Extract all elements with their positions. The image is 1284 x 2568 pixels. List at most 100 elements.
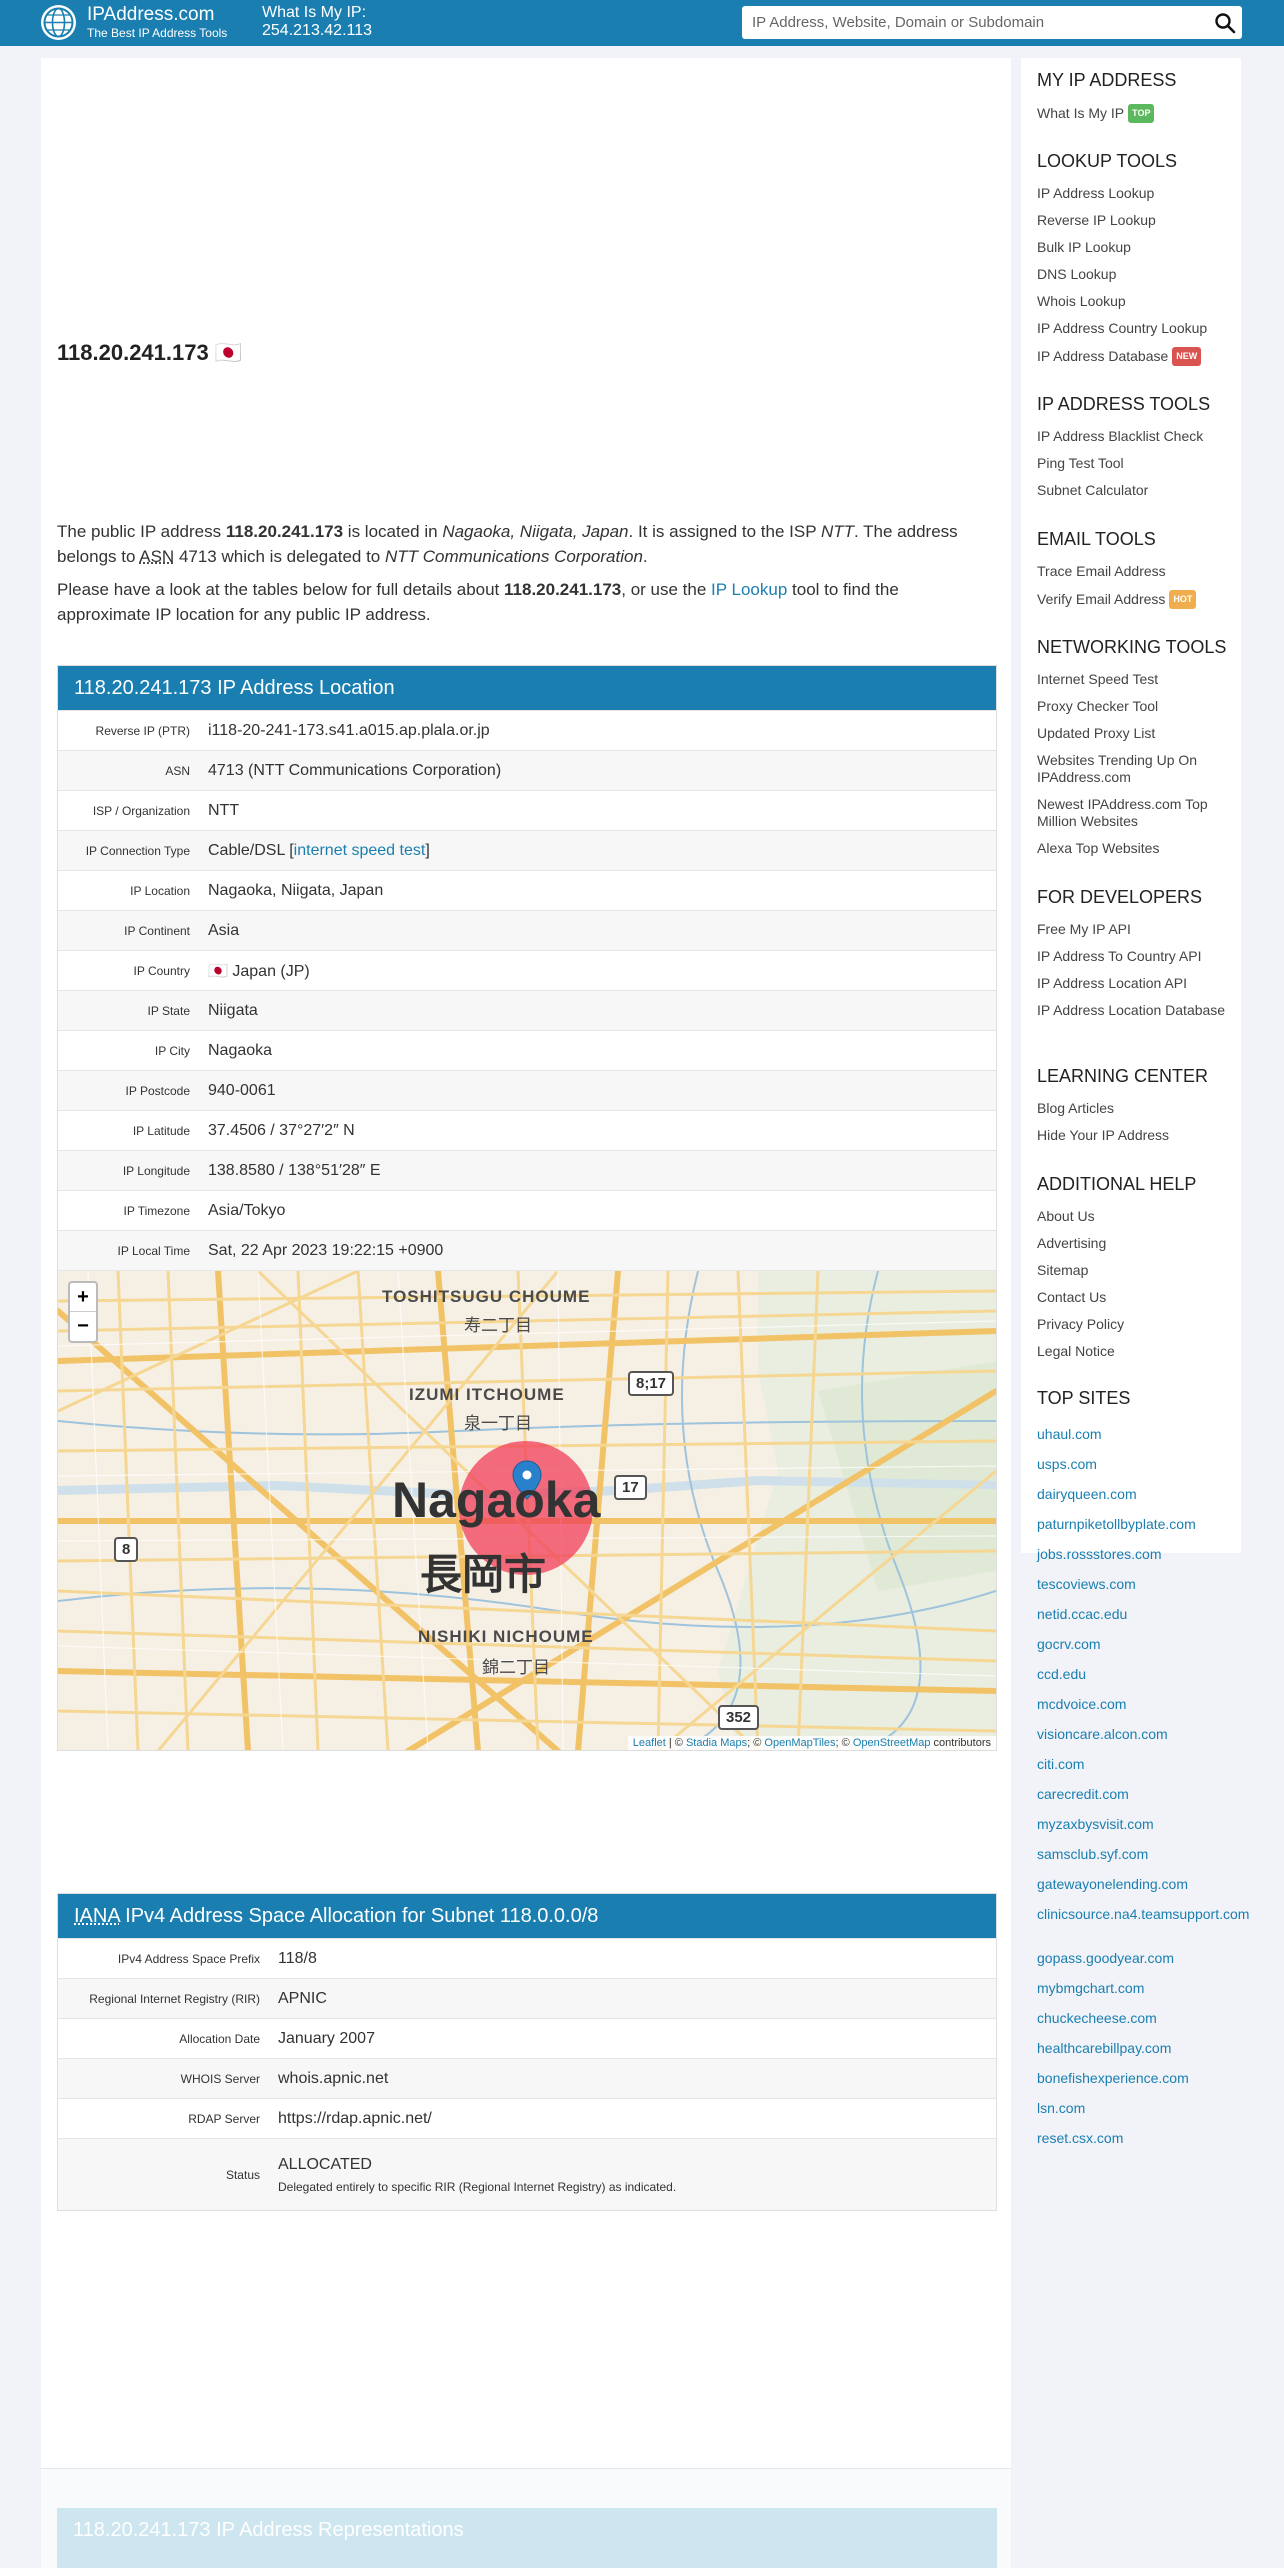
sidebar-item-link[interactable]: Verify Email Address HOT [1037,590,1237,609]
sidebar-item-link[interactable]: Internet Speed Test [1037,671,1237,688]
location-row: ISP / Organization NTT [58,790,996,830]
sidebar-item-link[interactable]: Legal Notice [1037,1343,1237,1360]
iana-row-label: IPv4 Address Space Prefix [117,1951,260,1966]
sidebar-item-label: Hide Your IP Address [1037,1127,1170,1143]
top-site-link[interactable]: samsclub.syf.com [1037,1846,1237,1863]
zoom-out-button[interactable]: − [70,1312,96,1341]
iana-title-text: IPv4 Address Space Allocation for Subnet… [119,1905,599,1927]
sidebar-item-link[interactable]: DNS Lookup [1037,266,1237,283]
sidebar-item-link[interactable]: Websites Trending Up On IPAddress.com [1037,752,1237,786]
sidebar-item-link[interactable]: Bulk IP Lookup [1037,239,1237,256]
sidebar-item-link[interactable]: Newest IPAddress.com Top Million Website… [1037,796,1237,830]
top-site-link[interactable]: gocrv.com [1037,1636,1237,1653]
intro-text: is located in [343,522,443,541]
top-site-link[interactable]: clinicsource.na4.teamsupport.com [1037,1906,1249,1923]
location-row-label: IP Continent [124,923,190,938]
map-label-izumi: IZUMI ITCHOUME [409,1385,565,1404]
top-site-link[interactable]: lsn.com [1037,2100,1237,2117]
sidebar-item-link[interactable]: What Is My IP TOP [1037,104,1237,123]
top-site-link[interactable]: netid.ccac.edu [1037,1606,1237,1623]
sidebar-item-link[interactable]: Free My IP API [1037,921,1237,938]
top-site-link[interactable]: mybmgchart.com [1037,1980,1237,1997]
sidebar-item-label: Updated Proxy List [1037,725,1156,741]
location-map[interactable]: TOSHITSUGU CHOUME 寿二丁目 IZUMI ITCHOUME 泉一… [58,1270,996,1750]
openmaptiles-link[interactable]: OpenMapTiles [764,1737,835,1749]
sidebar-item-link[interactable]: IP Address Lookup [1037,185,1237,202]
top-site-link[interactable]: tescoviews.com [1037,1576,1237,1593]
sidebar-item-link[interactable]: Ping Test Tool [1037,455,1237,472]
sidebar-item-link[interactable]: Hide Your IP Address [1037,1127,1237,1144]
ip-lookup-link[interactable]: IP Lookup [711,580,787,599]
sidebar-item-link[interactable]: IP Address Location API [1037,975,1237,992]
sidebar-item-link[interactable]: Trace Email Address [1037,563,1237,580]
top-site-link[interactable]: gopass.goodyear.com [1037,1950,1237,1967]
sidebar-item-link[interactable]: Contact Us [1037,1289,1237,1306]
top-site-link[interactable]: mcdvoice.com [1037,1696,1237,1713]
sidebar-item-link[interactable]: Proxy Checker Tool [1037,698,1237,715]
sidebar-item-link[interactable]: Sitemap [1037,1262,1237,1279]
top-site-link[interactable]: myzaxbysvisit.com [1037,1816,1237,1833]
location-row: IP Postcode 940-0061 [58,1070,996,1110]
intro-paragraph-lookup: Please have a look at the tables below f… [57,577,997,627]
sidebar-item-link[interactable]: IP Address To Country API [1037,948,1237,965]
stadia-maps-link[interactable]: Stadia Maps [686,1737,747,1749]
top-site-link[interactable]: healthcarebillpay.com [1037,2040,1237,2057]
search-icon[interactable] [1214,12,1236,34]
iana-row-value: January 2007 [278,2029,375,2047]
reverse-ip-link[interactable]: i118-20-241-173.s41.a015.ap.plala.or.jp [208,722,490,740]
location-row-value: NTT [208,802,239,820]
sidebar-item-link[interactable]: Alexa Top Websites [1037,840,1237,857]
road-shield-8-17: 8;17 [628,1371,675,1396]
top-site-link[interactable]: carecredit.com [1037,1786,1237,1803]
top-site-link[interactable]: ccd.edu [1037,1666,1237,1683]
my-ip-label-link[interactable]: What Is My IP: [262,4,366,22]
location-row-value-text: Asia [208,921,240,939]
sidebar-item-link[interactable]: IP Address Database NEW [1037,347,1237,366]
top-site-link[interactable]: dairyqueen.com [1037,1486,1237,1503]
location-row-value-text: Nagaoka, Niigata, Japan [208,881,384,899]
site-tagline: The Best IP Address Tools [87,26,228,40]
sidebar-item-label: Ping Test Tool [1037,455,1124,471]
top-site-link[interactable]: bonefishexperience.com [1037,2070,1237,2087]
openstreetmap-link[interactable]: OpenStreetMap [853,1737,931,1749]
sidebar-item-link[interactable]: Updated Proxy List [1037,725,1237,742]
iana-status-note: Delegated entirely to specific RIR (Regi… [278,2179,677,2194]
sidebar-item-link[interactable]: Subnet Calculator [1037,482,1237,499]
sidebar-item-link[interactable]: Blog Articles [1037,1100,1237,1117]
location-row-value: Cable/DSL [internet speed test] [208,841,430,859]
top-site-link[interactable]: paturnpiketollbyplate.com [1037,1516,1237,1533]
top-site-link[interactable]: usps.com [1037,1456,1237,1473]
sidebar-section-title: NETWORKING TOOLS [1037,637,1227,657]
sidebar-item-link[interactable]: Privacy Policy [1037,1316,1237,1333]
sidebar-item-link[interactable]: IP Address Location Database [1037,1002,1237,1019]
top-site-link[interactable]: gatewayonelending.com [1037,1876,1237,1893]
sidebar-item-link[interactable]: IP Address Blacklist Check [1037,428,1237,445]
main-content: 118.20.241.173 🇯🇵 The public IP address … [41,58,1011,2568]
location-row-value: Nagaoka [208,1042,272,1060]
leaflet-link[interactable]: Leaflet [633,1737,666,1749]
sidebar-item-link[interactable]: Advertising [1037,1235,1237,1252]
sidebar-item-label: Trace Email Address [1037,563,1166,579]
sidebar-item-link[interactable]: IP Address Country Lookup [1037,320,1237,337]
map-label-toshitsugu-jp: 寿二丁目 [464,1316,532,1335]
zoom-in-button[interactable]: + [70,1283,96,1312]
top-site-link[interactable]: citi.com [1037,1756,1237,1773]
top-site-link[interactable]: reset.csx.com [1037,2130,1237,2147]
location-row-label: Reverse IP (PTR) [95,723,190,738]
search-input[interactable] [742,6,1202,39]
sidebar-item-link[interactable]: About Us [1037,1208,1237,1225]
location-row-label: IP Latitude [132,1123,190,1138]
sidebar-item-link[interactable]: Reverse IP Lookup [1037,212,1237,229]
sidebar-item-label: Legal Notice [1037,1343,1115,1359]
sidebar-item-badge: NEW [1172,347,1202,366]
top-site-link[interactable]: visioncare.alcon.com [1037,1726,1237,1743]
intro-text: , or use the [621,580,712,599]
top-site-link[interactable]: chuckecheese.com [1037,2010,1237,2027]
sidebar-item-link[interactable]: Whois Lookup [1037,293,1237,310]
location-row-value: Sat, 22 Apr 2023 19:22:15 +0900 [208,1242,443,1260]
location-row-value: 🇯🇵 Japan (JP) [208,961,310,981]
globe-logo-icon[interactable] [41,5,76,40]
top-site-link[interactable]: uhaul.com [1037,1426,1237,1443]
internet-speed-test-link[interactable]: internet speed test [294,842,426,859]
site-name-link[interactable]: IPAddress.com [87,4,214,26]
